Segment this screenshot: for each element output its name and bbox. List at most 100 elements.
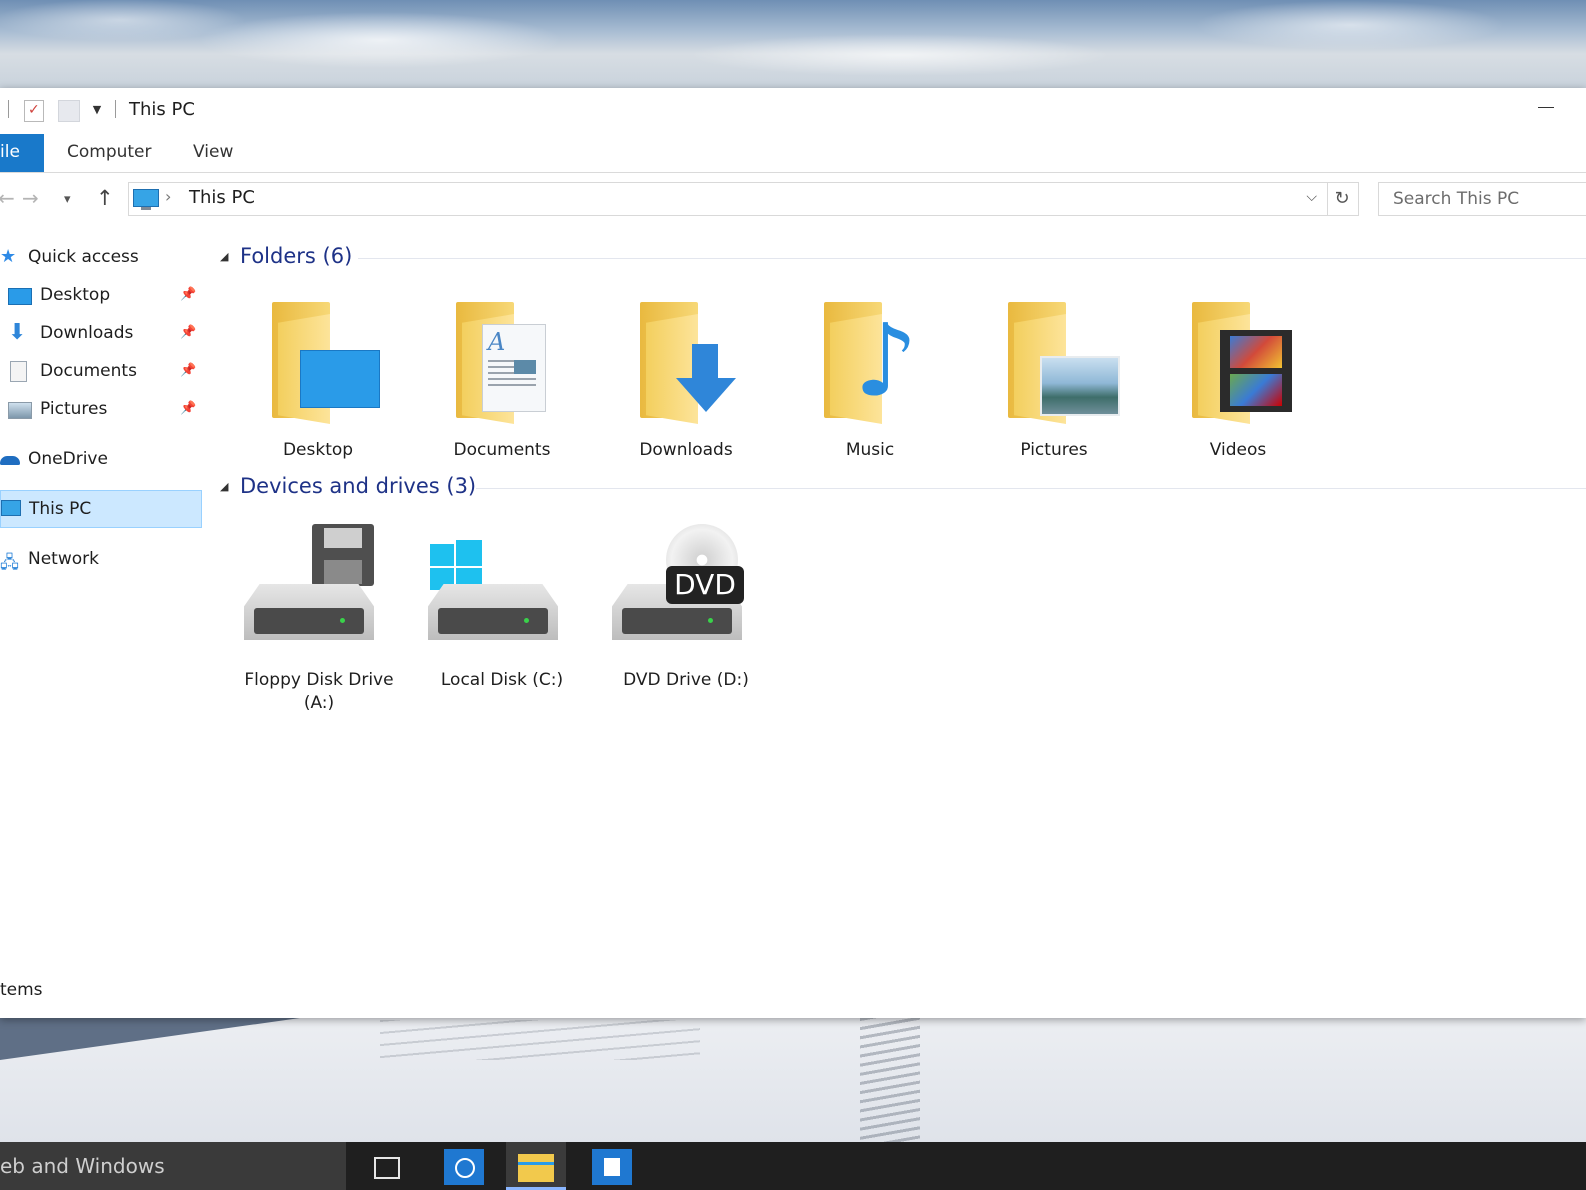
tile-label: DVD Drive (D:) (623, 670, 749, 690)
tile-label: Documents (453, 440, 551, 460)
nav-item-label: OneDrive (28, 449, 108, 469)
group-divider (476, 488, 1586, 489)
content-pane: ◢ Folders (6) Desktop A Documents Downlo… (214, 228, 1586, 968)
recent-locations-chevron-icon[interactable]: ▾ (64, 188, 71, 212)
desktop-icon (8, 288, 32, 305)
collapse-triangle-icon[interactable]: ◢ (220, 250, 228, 263)
drive-tile-local-disk[interactable]: Local Disk (C:) (410, 524, 570, 714)
computer-icon (1, 500, 21, 516)
group-divider (358, 258, 1586, 259)
star-icon: ★ (0, 246, 17, 267)
browser-icon[interactable] (434, 1142, 494, 1190)
pictures-icon (8, 402, 32, 419)
breadcrumb-this-pc[interactable]: This PC (189, 187, 255, 208)
pin-icon[interactable]: 📌 (180, 401, 196, 416)
nav-item-desktop[interactable]: Desktop 📌 (0, 278, 202, 312)
nav-item-label: Quick access (28, 247, 139, 267)
folder-tile-downloads[interactable]: Downloads (594, 294, 754, 484)
tab-file-label: ile (0, 142, 20, 162)
downloads-folder-icon (620, 294, 740, 424)
taskbar-search-text: eb and Windows (0, 1154, 165, 1178)
taskbar: eb and Windows (0, 1142, 1586, 1190)
pin-icon[interactable]: 📌 (180, 325, 196, 340)
window-title: This PC (129, 99, 195, 120)
nav-item-label: This PC (29, 499, 92, 519)
forward-arrow-icon[interactable]: → (22, 186, 39, 210)
nav-item-onedrive[interactable]: OneDrive (0, 442, 202, 476)
back-arrow-icon[interactable]: ← (0, 186, 15, 210)
drive-tile-dvd[interactable]: DVD DVD Drive (D:) (594, 524, 754, 714)
qat-separator (8, 100, 9, 118)
nav-item-label: Desktop (40, 285, 111, 305)
folder-tile-pictures[interactable]: Pictures (962, 294, 1122, 484)
navigation-pane: ★ Quick access Desktop 📌 ⬇ Downloads 📌 D… (0, 228, 210, 968)
folder-tile-videos[interactable]: Videos (1146, 294, 1306, 484)
group-header-folders[interactable]: ◢ Folders (6) (214, 242, 1586, 274)
nav-item-quick-access[interactable]: ★ Quick access (0, 240, 202, 274)
tab-file[interactable]: ile (0, 134, 44, 172)
folder-tile-desktop[interactable]: Desktop (226, 294, 386, 484)
address-dropdown-icon[interactable]: ⌵ (1306, 189, 1317, 205)
desktop-wallpaper-snow (0, 1018, 1586, 1142)
nav-item-documents[interactable]: Documents 📌 (0, 354, 202, 388)
properties-icon[interactable] (24, 100, 44, 122)
cloud-icon (0, 456, 20, 465)
tile-label: Desktop (282, 440, 354, 460)
file-explorer-icon[interactable] (506, 1142, 566, 1190)
search-box[interactable] (1378, 182, 1586, 216)
tile-label: Downloads (639, 440, 733, 460)
desktop-wallpaper-sky (0, 0, 1586, 90)
tab-computer[interactable]: Computer (67, 142, 152, 162)
breadcrumb-chevron-icon[interactable]: › (165, 187, 171, 206)
folder-tile-music[interactable]: ♪ Music (778, 294, 938, 484)
pictures-folder-icon (988, 294, 1120, 424)
network-icon: 🖧 (0, 553, 19, 573)
download-arrow-icon: ⬇ (8, 320, 27, 345)
new-folder-icon[interactable] (58, 100, 80, 122)
ribbon-tabs: ile Computer View (0, 134, 1586, 173)
floppy-drive-icon (244, 524, 374, 654)
nav-item-this-pc[interactable]: This PC (0, 490, 202, 528)
nav-item-label: Pictures (40, 399, 108, 419)
videos-folder-icon (1172, 294, 1292, 424)
desktop-folder-icon (252, 294, 380, 424)
refresh-button[interactable]: ↻ (1326, 182, 1359, 216)
folder-tile-documents[interactable]: A Documents (410, 294, 570, 484)
taskbar-search-box[interactable]: eb and Windows (0, 1142, 346, 1190)
music-folder-icon: ♪ (804, 294, 924, 424)
task-view-icon[interactable] (354, 1142, 414, 1190)
status-bar-item-count: tems (0, 980, 43, 1000)
pin-icon[interactable]: 📌 (180, 287, 196, 302)
drive-tile-floppy[interactable]: Floppy Disk Drive (A:) (226, 524, 394, 714)
dvd-badge: DVD (666, 566, 744, 604)
group-title: Devices and drives (3) (240, 474, 477, 498)
tile-label: Floppy Disk Drive (A:) (244, 670, 394, 713)
dvd-drive-icon: DVD (612, 524, 744, 654)
tile-label: Videos (1209, 440, 1267, 460)
tile-label: Pictures (1020, 440, 1088, 460)
nav-item-network[interactable]: 🖧 Network (0, 542, 202, 576)
customize-toolbar-dropdown-icon[interactable]: ▼ (90, 100, 104, 120)
wallpaper-tracks (380, 1020, 700, 1060)
group-header-devices[interactable]: ◢ Devices and drives (3) (214, 472, 1586, 504)
documents-folder-icon: A (436, 294, 556, 424)
title-bar: ▼ This PC (0, 88, 1586, 134)
minimize-button[interactable] (1534, 94, 1574, 122)
search-input[interactable] (1391, 188, 1585, 210)
qat-separator (115, 100, 116, 118)
pin-icon[interactable]: 📌 (180, 363, 196, 378)
nav-item-label: Documents (40, 361, 137, 381)
file-explorer-window: ▼ This PC ile Computer View ← → ▾ ↑ › Th… (0, 88, 1586, 1018)
documents-icon (10, 361, 27, 382)
nav-item-downloads[interactable]: ⬇ Downloads 📌 (0, 316, 202, 350)
nav-item-pictures[interactable]: Pictures 📌 (0, 392, 202, 426)
computer-icon (133, 189, 159, 210)
nav-item-label: Downloads (40, 323, 134, 343)
collapse-triangle-icon[interactable]: ◢ (220, 480, 228, 493)
nav-item-label: Network (28, 549, 99, 569)
address-bar[interactable]: › This PC ⌵ (128, 182, 1328, 216)
tile-label: Music (845, 440, 895, 460)
store-icon[interactable] (582, 1142, 642, 1190)
up-arrow-icon[interactable]: ↑ (96, 186, 114, 210)
tab-view[interactable]: View (193, 142, 233, 162)
